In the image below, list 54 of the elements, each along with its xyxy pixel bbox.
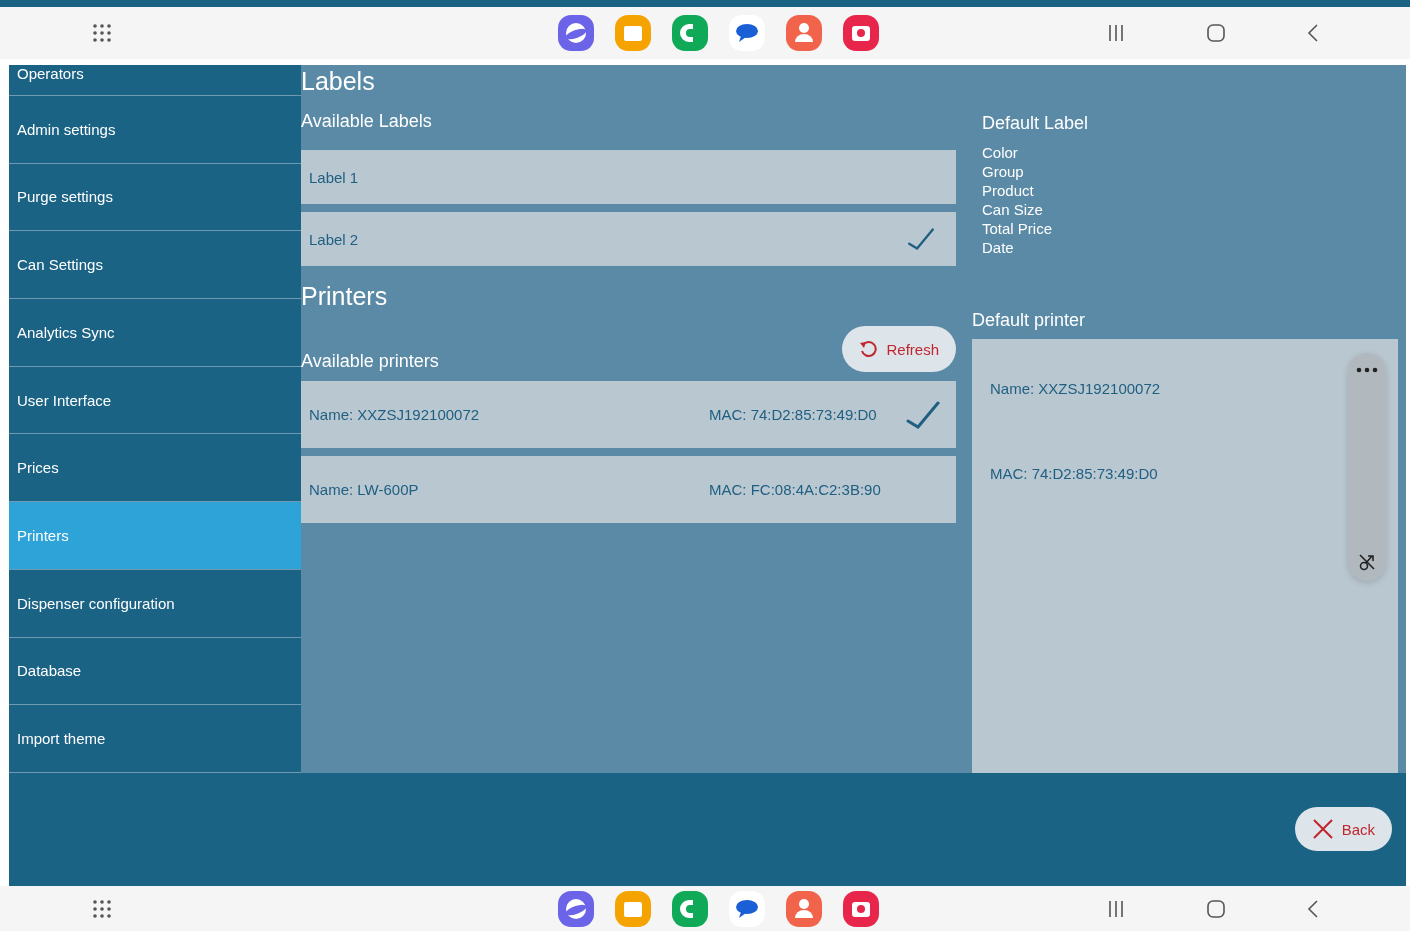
browser-icon[interactable] [558,890,594,927]
chat-icon[interactable] [729,890,765,927]
subsection-title: Default printer [972,310,1087,331]
sidebar-item[interactable]: Dispenser configuration [9,569,301,638]
close-icon [1311,818,1334,840]
app-grid-icon[interactable] [92,23,112,43]
label-name: Label 1 [309,168,359,186]
checkmark-icon [906,400,940,429]
app-grid-icon[interactable] [92,898,112,919]
contact-icon[interactable] [786,890,822,927]
label-field: Date [982,238,1398,257]
label-field: Can Size [982,200,1398,219]
back-icon[interactable] [1307,899,1319,918]
refresh-icon [859,340,878,358]
phone-icon[interactable] [672,890,708,927]
phone-icon[interactable] [672,15,708,51]
recent-apps-icon[interactable] [1107,24,1125,42]
printer-name: Name: LW-600P [309,481,420,498]
home-icon[interactable] [1207,24,1225,42]
label-row[interactable]: Label 2 [301,212,956,266]
chat-icon[interactable] [729,15,765,51]
label-field: Product [982,181,1398,200]
sidebar-item[interactable]: Analytics Sync [9,299,301,367]
camera-icon[interactable] [843,890,879,927]
subsection-title: Default Label [982,113,1090,134]
printer-mac: MAC: FC:08:4A:C2:3B:90 [709,481,882,498]
printer-mac: MAC: 74:D2:85:73:49:D0 [990,465,1159,482]
subsection-title: Available printers [301,351,439,372]
contact-icon[interactable] [786,15,822,51]
back-icon[interactable] [1307,24,1319,42]
printer-mac: MAC: 74:D2:85:73:49:D0 [709,406,878,423]
sidebar-item[interactable]: Admin settings [9,95,301,164]
printer-row[interactable]: Name: XXZSJ192100072 MAC: 74:D2:85:73:49:D0 [301,381,956,448]
subsection-title: Available Labels [301,111,433,132]
label-field: Total Price [982,219,1398,238]
home-icon[interactable] [1207,899,1225,918]
label-row[interactable]: Label 1 [301,150,956,204]
section-title: Labels [301,67,376,97]
label-field: Group [982,162,1398,181]
more-icon[interactable] [1356,367,1378,373]
label-field: Color [982,143,1398,162]
section-title: Printers [301,282,389,312]
refresh-button[interactable]: Refresh [842,326,956,372]
printer-row[interactable]: Name: LW-600P MAC: FC:08:4A:C2:3B:90 [301,456,956,523]
label-name: Label 2 [309,230,359,248]
printer-name: Name: XXZSJ192100072 [990,380,1161,397]
printer-name: Name: XXZSJ192100072 [309,406,481,423]
sidebar-item[interactable]: Import theme [9,705,301,774]
sidebar-item[interactable]: Database [9,637,301,706]
back-button[interactable]: Back [1294,807,1392,851]
recent-apps-icon[interactable] [1107,899,1125,918]
browser-icon[interactable] [558,15,594,51]
camera-icon[interactable] [843,15,879,51]
sidebar-item[interactable]: Operators [9,65,301,96]
